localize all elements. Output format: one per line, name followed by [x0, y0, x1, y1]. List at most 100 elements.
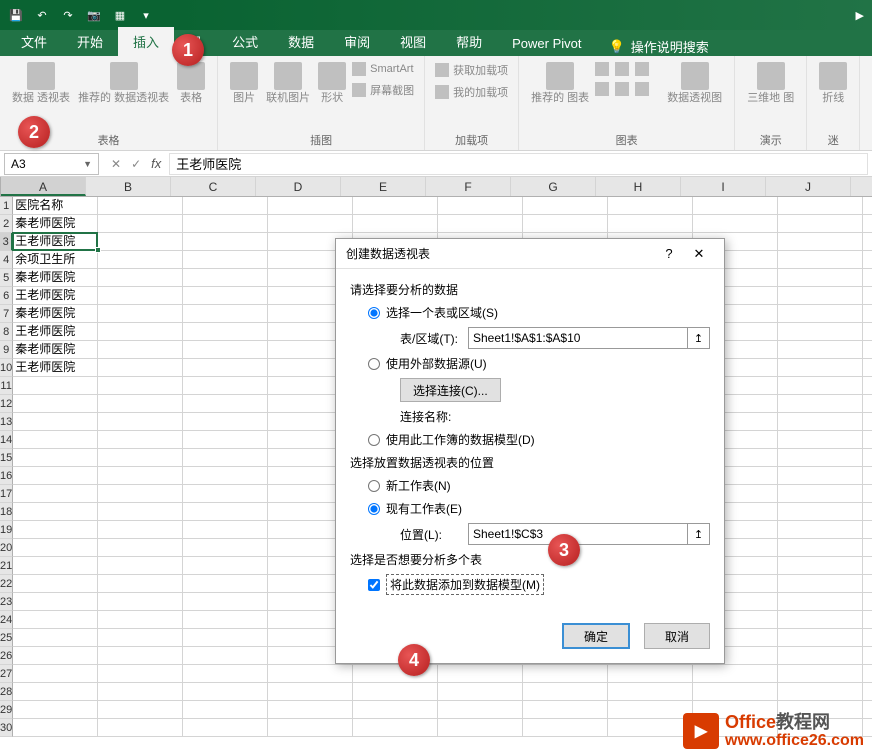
- cell[interactable]: [778, 629, 863, 647]
- cell[interactable]: [13, 683, 98, 701]
- name-box[interactable]: A3 ▼: [4, 153, 99, 175]
- cell[interactable]: [183, 611, 268, 629]
- cell[interactable]: 医院名称: [13, 197, 98, 215]
- cell[interactable]: [778, 647, 863, 665]
- cell[interactable]: [183, 665, 268, 683]
- col-header-A[interactable]: A: [1, 177, 86, 196]
- cell[interactable]: [778, 233, 863, 251]
- get-addins-button[interactable]: 获取加载项: [433, 60, 510, 80]
- row-header-7[interactable]: 7: [0, 305, 13, 323]
- cell[interactable]: [693, 665, 778, 683]
- cell[interactable]: [183, 251, 268, 269]
- cell[interactable]: [183, 503, 268, 521]
- row-header-27[interactable]: 27: [0, 665, 13, 683]
- cell[interactable]: [863, 449, 872, 467]
- col-header-B[interactable]: B: [86, 177, 171, 196]
- cell[interactable]: [353, 197, 438, 215]
- cell[interactable]: [183, 629, 268, 647]
- row-header-12[interactable]: 12: [0, 395, 13, 413]
- cell[interactable]: [183, 647, 268, 665]
- cell[interactable]: [778, 341, 863, 359]
- cell[interactable]: [863, 323, 872, 341]
- col-header-E[interactable]: E: [341, 177, 426, 196]
- camera-icon[interactable]: 📷: [86, 7, 102, 23]
- pivot-table-button[interactable]: 数据 透视表: [8, 60, 74, 107]
- cell[interactable]: [183, 287, 268, 305]
- cell[interactable]: [608, 665, 693, 683]
- cell[interactable]: [13, 377, 98, 395]
- cell[interactable]: [98, 503, 183, 521]
- cell[interactable]: [863, 377, 872, 395]
- cell[interactable]: [438, 197, 523, 215]
- row-header-11[interactable]: 11: [0, 377, 13, 395]
- cell[interactable]: [13, 575, 98, 593]
- radio-new-sheet[interactable]: 新工作表(N): [368, 477, 710, 494]
- cell[interactable]: [523, 215, 608, 233]
- radio-data-model[interactable]: 使用此工作簿的数据模型(D): [368, 431, 710, 448]
- col-header-I[interactable]: I: [681, 177, 766, 196]
- cell[interactable]: [438, 719, 523, 737]
- cell[interactable]: [98, 557, 183, 575]
- collapse-dialog-button-2[interactable]: ↥: [688, 523, 710, 545]
- recommended-pivot-button[interactable]: 推荐的 数据透视表: [74, 60, 173, 107]
- cell[interactable]: [863, 269, 872, 287]
- cell[interactable]: [98, 611, 183, 629]
- cell[interactable]: [693, 683, 778, 701]
- col-header-K[interactable]: K: [851, 177, 872, 196]
- cell[interactable]: [863, 539, 872, 557]
- cell[interactable]: [183, 359, 268, 377]
- row-header-16[interactable]: 16: [0, 467, 13, 485]
- cell[interactable]: [98, 377, 183, 395]
- cell[interactable]: [863, 287, 872, 305]
- cell[interactable]: [778, 359, 863, 377]
- col-header-H[interactable]: H: [596, 177, 681, 196]
- radio-select-range[interactable]: 选择一个表或区域(S): [368, 304, 710, 321]
- cell[interactable]: [863, 305, 872, 323]
- cell[interactable]: [98, 665, 183, 683]
- cell[interactable]: [778, 467, 863, 485]
- cell[interactable]: [778, 305, 863, 323]
- checkbox-data-model[interactable]: [368, 579, 380, 591]
- row-header-14[interactable]: 14: [0, 431, 13, 449]
- row-header-10[interactable]: 10: [0, 359, 13, 377]
- cell[interactable]: [608, 215, 693, 233]
- cell[interactable]: [778, 503, 863, 521]
- cell[interactable]: [183, 395, 268, 413]
- cell[interactable]: [778, 197, 863, 215]
- cell[interactable]: [13, 467, 98, 485]
- cell[interactable]: [183, 431, 268, 449]
- row-header-17[interactable]: 17: [0, 485, 13, 503]
- cell[interactable]: [13, 521, 98, 539]
- cell[interactable]: [693, 215, 778, 233]
- row-header-21[interactable]: 21: [0, 557, 13, 575]
- cell[interactable]: [438, 665, 523, 683]
- cell[interactable]: [183, 197, 268, 215]
- cell[interactable]: [98, 485, 183, 503]
- cell[interactable]: [778, 413, 863, 431]
- tab-help[interactable]: 帮助: [441, 27, 497, 56]
- fx-label[interactable]: fx: [151, 156, 161, 171]
- fill-handle[interactable]: [95, 247, 101, 253]
- cancel-button[interactable]: 取消: [644, 623, 710, 649]
- cell[interactable]: [438, 701, 523, 719]
- cell[interactable]: [98, 467, 183, 485]
- cell[interactable]: [608, 719, 693, 737]
- radio-existing-sheet-input[interactable]: [368, 503, 380, 515]
- cell[interactable]: 秦老师医院: [13, 269, 98, 287]
- col-header-C[interactable]: C: [171, 177, 256, 196]
- cell[interactable]: [778, 485, 863, 503]
- cell[interactable]: [183, 449, 268, 467]
- cell[interactable]: [523, 719, 608, 737]
- row-header-9[interactable]: 9: [0, 341, 13, 359]
- cell[interactable]: [13, 485, 98, 503]
- cell[interactable]: [608, 197, 693, 215]
- choose-connection-button[interactable]: 选择连接(C)...: [400, 378, 501, 402]
- tab-home[interactable]: 开始: [62, 27, 118, 56]
- cell[interactable]: [98, 701, 183, 719]
- area-chart-button[interactable]: [613, 80, 631, 98]
- cell[interactable]: [353, 215, 438, 233]
- dialog-close-button[interactable]: ✕: [684, 246, 714, 262]
- row-header-8[interactable]: 8: [0, 323, 13, 341]
- cell[interactable]: [523, 197, 608, 215]
- cell[interactable]: [778, 539, 863, 557]
